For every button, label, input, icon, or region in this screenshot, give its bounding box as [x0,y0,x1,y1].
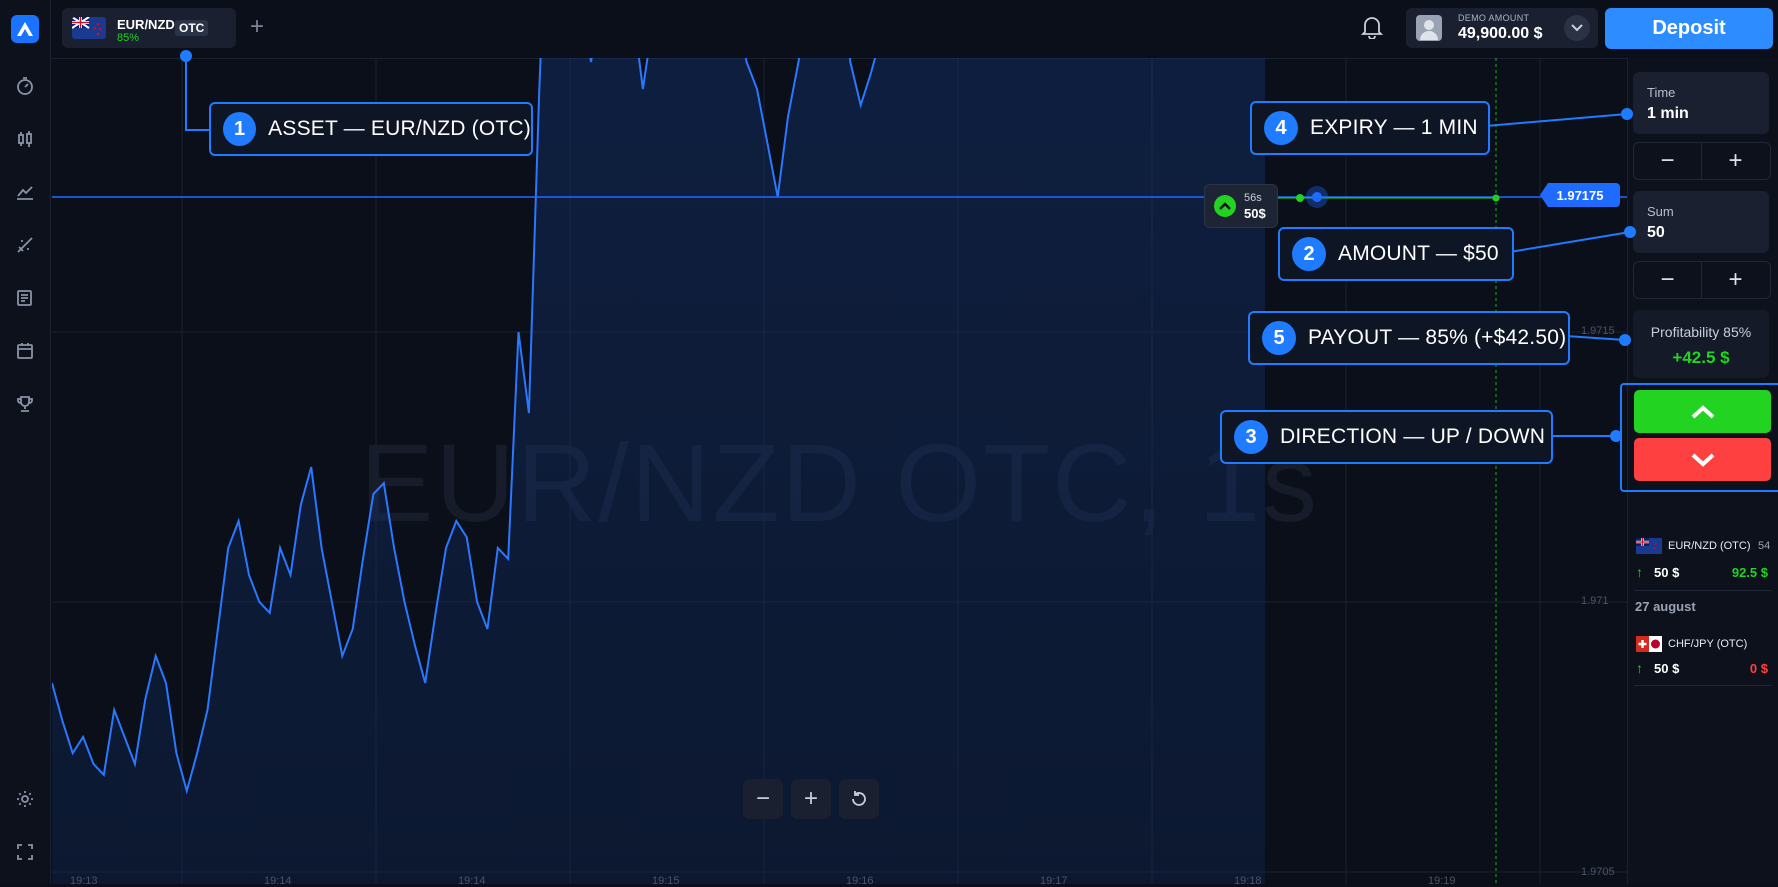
callout-asset: 1 ASSET — EUR/NZD (OTC) [209,102,533,156]
callout-number: 3 [1234,420,1268,454]
callout-number: 4 [1264,111,1298,145]
callout-payout: 5 PAYOUT — 85% (+$42.50) [1248,311,1570,365]
callout-number: 5 [1262,321,1296,355]
callout-amount: 2 AMOUNT — $50 [1278,227,1514,281]
callout-direction: 3 DIRECTION — UP / DOWN [1220,410,1553,464]
callout-text: PAYOUT — 85% (+$42.50) [1308,326,1567,349]
callout-number: 1 [223,112,257,146]
callout-text: AMOUNT — $50 [1338,242,1499,265]
callout-expiry: 4 EXPIRY — 1 MIN [1250,101,1490,155]
callout-text: EXPIRY — 1 MIN [1310,116,1478,139]
callout-text: DIRECTION — UP / DOWN [1280,425,1546,448]
callout-text: ASSET — EUR/NZD (OTC) [268,117,531,140]
callout-number: 2 [1292,237,1326,271]
